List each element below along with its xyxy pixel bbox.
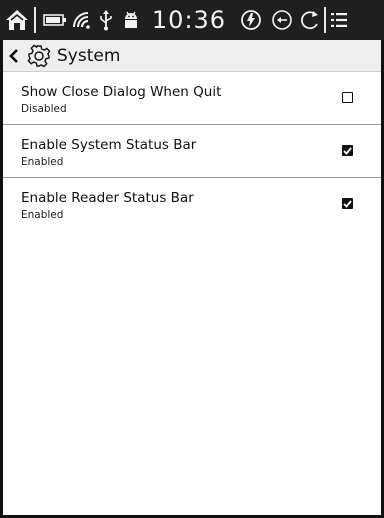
usb-icon	[94, 0, 118, 40]
close-dialog-checkbox[interactable]	[342, 92, 353, 103]
chevron-left-icon[interactable]	[3, 40, 25, 72]
setting-status: Disabled	[21, 103, 67, 115]
menu-icon[interactable]	[326, 0, 352, 40]
clock: 10:36	[144, 0, 234, 40]
settings-list: Show Close Dialog When Quit Disabled Ena…	[3, 72, 381, 231]
home-icon[interactable]	[0, 0, 34, 40]
wifi-icon	[70, 0, 94, 40]
setting-row-reader-status-bar[interactable]: Enable Reader Status Bar Enabled	[3, 178, 381, 231]
system-status-bar-checkbox[interactable]	[342, 145, 353, 156]
setting-row-system-status-bar[interactable]: Enable System Status Bar Enabled	[3, 125, 381, 178]
setting-label: Show Close Dialog When Quit	[21, 84, 222, 100]
setting-label: Enable System Status Bar	[21, 137, 197, 153]
battery-icon	[40, 0, 70, 40]
back-circle-icon[interactable]	[268, 0, 296, 40]
setting-status: Enabled	[21, 209, 64, 221]
title-bar: System	[3, 40, 381, 72]
rotate-icon[interactable]	[296, 0, 324, 40]
reader-status-bar-checkbox[interactable]	[342, 198, 353, 209]
page-title: System	[57, 45, 121, 66]
gear-icon	[25, 40, 53, 72]
refresh-mode-icon[interactable]	[234, 0, 268, 40]
status-separator	[34, 7, 36, 33]
status-time: 10:36	[151, 6, 227, 34]
setting-row-close-dialog[interactable]: Show Close Dialog When Quit Disabled	[3, 72, 381, 125]
setting-status: Enabled	[21, 156, 64, 168]
android-icon	[118, 0, 144, 40]
status-bar: 10:36	[0, 0, 384, 40]
setting-label: Enable Reader Status Bar	[21, 190, 194, 206]
